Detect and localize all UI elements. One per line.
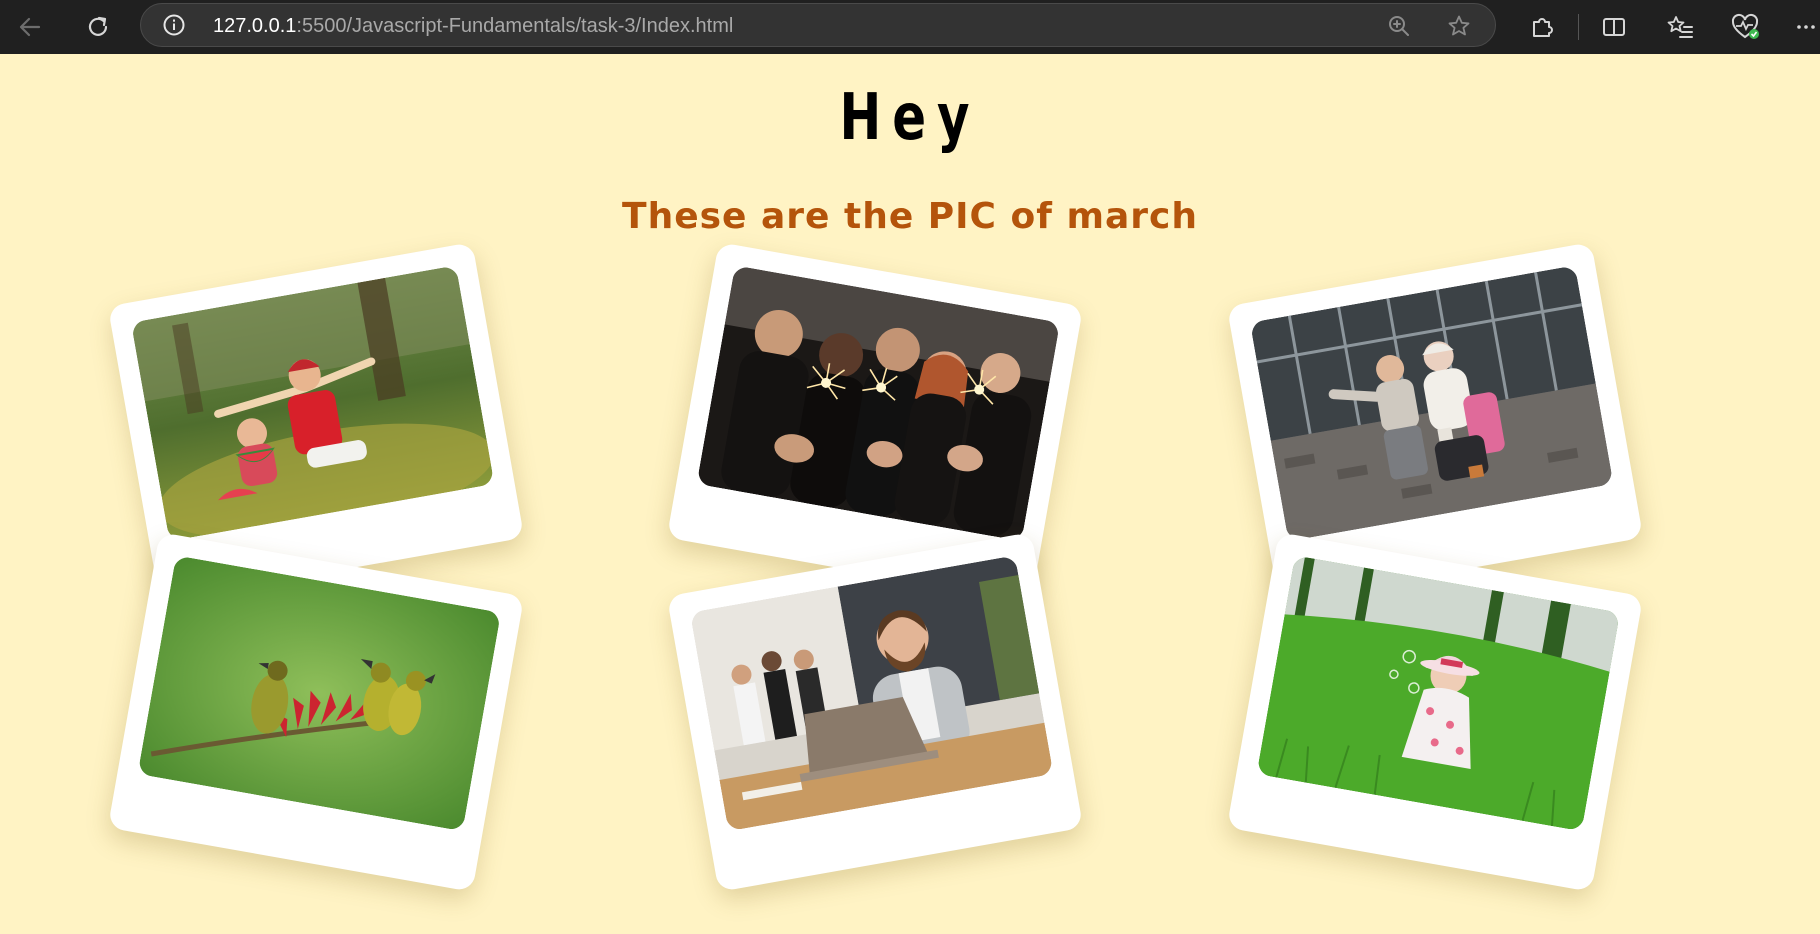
address-bar[interactable]: 127.0.0.1:5500/Javascript-Fundamentals/t… [140, 3, 1496, 47]
photo-girl-bubbles [1256, 555, 1621, 832]
favorites-button[interactable] [1660, 7, 1700, 47]
reload-icon [88, 16, 108, 36]
reload-button[interactable] [78, 7, 118, 47]
photo-travelers-luggage [1249, 265, 1614, 542]
page-heading: Hey [839, 81, 981, 155]
photo-card [666, 532, 1084, 892]
puzzle-icon [1533, 18, 1553, 37]
url-text[interactable]: 127.0.0.1:5500/Javascript-Fundamentals/t… [213, 14, 733, 38]
split-screen-button[interactable] [1594, 7, 1634, 47]
back-button[interactable] [10, 7, 50, 47]
photo-children-picnic [130, 265, 495, 542]
url-host: 127.0.0.1 [213, 15, 297, 37]
browser-essentials-button[interactable] [1726, 7, 1766, 47]
photo-friends-sparklers [696, 265, 1061, 542]
photo-man-laptop [689, 555, 1054, 832]
toolbar-divider [1578, 14, 1579, 40]
photo-card [1226, 532, 1644, 892]
url-path: :5500/Javascript-Fundamentals/task-3/Ind… [296, 15, 734, 37]
more-dots-icon [1797, 25, 1815, 29]
back-arrow-icon [19, 17, 41, 37]
settings-more-button[interactable] [1790, 7, 1820, 47]
favorites-list-icon [1667, 16, 1693, 38]
browser-toolbar: 127.0.0.1:5500/Javascript-Fundamentals/t… [0, 0, 1820, 54]
zoom-icon[interactable] [1387, 14, 1411, 38]
page-content: Hey These are the PIC of march [0, 54, 1820, 934]
heart-pulse-icon [1731, 13, 1759, 39]
page-subheading: These are the PIC of march [622, 196, 1198, 237]
photo-birds-branch [137, 555, 502, 832]
site-info-icon[interactable] [163, 14, 185, 36]
split-screen-icon [1603, 18, 1625, 36]
extensions-button[interactable] [1522, 7, 1562, 47]
photo-card [107, 532, 525, 892]
favorite-star-icon[interactable] [1447, 14, 1471, 38]
